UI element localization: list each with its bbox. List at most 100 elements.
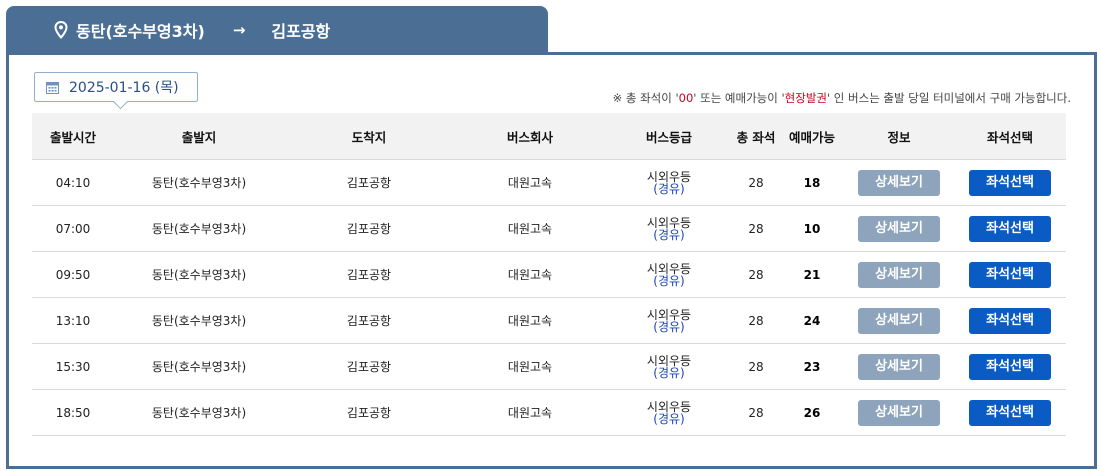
- destination: 김포공항: [346, 176, 392, 190]
- depart-time: 13:10: [55, 313, 91, 328]
- origin: 동탄(호수부영3차): [151, 360, 247, 374]
- total-seats: 28: [748, 359, 764, 374]
- table-row: 04:10 동탄(호수부영3차) 김포공항 대원고속 시외우등 (경유) 28 1…: [32, 160, 1066, 206]
- destination: 김포공항: [346, 360, 392, 374]
- header-available: 예매가능: [788, 129, 835, 145]
- via-label: (경유): [653, 181, 685, 196]
- total-seats: 28: [748, 221, 764, 236]
- schedule-table: 출발시간 출발지 도착지 버스회사 버스등급 총 좌석 예매가능 정보 좌석선택…: [32, 113, 1066, 436]
- bus-grade: 시외우등 (경유): [606, 401, 732, 425]
- origin: 동탄(호수부영3차): [151, 268, 247, 282]
- notice-onsite-highlight: 현장발권: [784, 91, 827, 105]
- seat-cell: 좌석선택: [954, 307, 1066, 334]
- total-seats: 28: [748, 175, 764, 190]
- detail-button[interactable]: 상세보기: [858, 307, 940, 334]
- detail-button[interactable]: 상세보기: [858, 169, 940, 196]
- origin: 동탄(호수부영3차): [151, 314, 247, 328]
- date-selector[interactable]: 2025-01-16 (목): [34, 72, 198, 110]
- total-seats: 28: [748, 267, 764, 282]
- bus-company: 대원고속: [507, 268, 553, 282]
- depart-time: 07:00: [55, 221, 91, 236]
- header-origin: 출발지: [181, 129, 217, 145]
- notice-text-2: ' 또는 예매가능이 ': [693, 91, 785, 105]
- table-row: 07:00 동탄(호수부영3차) 김포공항 대원고속 시외우등 (경유) 28 1…: [32, 206, 1066, 252]
- location-pin-icon: [54, 20, 68, 39]
- bus-grade: 시외우등 (경유): [606, 309, 732, 333]
- detail-button[interactable]: 상세보기: [858, 353, 940, 380]
- header-grade: 버스등급: [645, 129, 692, 145]
- via-label: (경유): [653, 319, 685, 334]
- header-seat-select: 좌석선택: [986, 129, 1033, 145]
- table-row: 18:50 동탄(호수부영3차) 김포공항 대원고속 시외우등 (경유) 28 2…: [32, 390, 1066, 436]
- header-total-seats: 총 좌석: [736, 129, 776, 145]
- depart-time: 09:50: [55, 267, 91, 282]
- total-seats: 28: [748, 405, 764, 420]
- seat-cell: 좌석선택: [954, 353, 1066, 380]
- seat-select-button[interactable]: 좌석선택: [969, 215, 1051, 242]
- depart-time: 15:30: [55, 359, 91, 374]
- seat-cell: 좌석선택: [954, 399, 1066, 426]
- via-label: (경유): [653, 227, 685, 242]
- bus-schedule-page: 동탄(호수부영3차) → 김포공항 2025-01-16 (목) ※ 총 좌석이…: [0, 0, 1100, 471]
- origin: 동탄(호수부영3차): [151, 406, 247, 420]
- purchase-notice: ※ 총 좌석이 '00' 또는 예매가능이 '현장발권' 인 버스는 출발 당일…: [613, 90, 1071, 106]
- available-seats: 26: [803, 405, 821, 420]
- info-cell: 상세보기: [844, 215, 954, 242]
- destination: 김포공항: [346, 268, 392, 282]
- destination: 김포공항: [346, 314, 392, 328]
- info-cell: 상세보기: [844, 399, 954, 426]
- route-origin: 동탄(호수부영3차): [76, 22, 205, 41]
- header-destination: 도착지: [351, 129, 387, 145]
- route-header: 동탄(호수부영3차) → 김포공항: [6, 6, 548, 54]
- notice-zero-highlight: 00: [678, 91, 694, 105]
- header-depart-time: 출발시간: [49, 129, 96, 145]
- bus-company: 대원고속: [507, 222, 553, 236]
- origin: 동탄(호수부영3차): [151, 222, 247, 236]
- total-seats: 28: [748, 313, 764, 328]
- info-cell: 상세보기: [844, 261, 954, 288]
- info-cell: 상세보기: [844, 169, 954, 196]
- seat-select-button[interactable]: 좌석선택: [969, 261, 1051, 288]
- seat-cell: 좌석선택: [954, 261, 1066, 288]
- available-seats: 23: [803, 359, 821, 374]
- seat-cell: 좌석선택: [954, 215, 1066, 242]
- via-label: (경유): [653, 273, 685, 288]
- bus-grade: 시외우등 (경유): [606, 263, 732, 287]
- destination: 김포공항: [346, 222, 392, 236]
- table-row: 13:10 동탄(호수부영3차) 김포공항 대원고속 시외우등 (경유) 28 2…: [32, 298, 1066, 344]
- header-info: 정보: [887, 129, 911, 145]
- available-seats: 18: [803, 175, 821, 190]
- schedule-panel: 2025-01-16 (목) ※ 총 좌석이 '00' 또는 예매가능이 '현장…: [6, 52, 1097, 469]
- detail-button[interactable]: 상세보기: [858, 399, 940, 426]
- via-label: (경유): [653, 411, 685, 426]
- available-seats: 21: [803, 267, 821, 282]
- depart-time: 04:10: [55, 175, 91, 190]
- bus-grade: 시외우등 (경유): [606, 217, 732, 241]
- header-company: 버스회사: [506, 129, 553, 145]
- seat-cell: 좌석선택: [954, 169, 1066, 196]
- seat-select-button[interactable]: 좌석선택: [969, 399, 1051, 426]
- bus-company: 대원고속: [507, 314, 553, 328]
- seat-select-button[interactable]: 좌석선택: [969, 169, 1051, 196]
- route-arrow-icon: →: [232, 21, 246, 39]
- notice-text-1: ※ 총 좌석이 ': [612, 91, 679, 105]
- table-row: 09:50 동탄(호수부영3차) 김포공항 대원고속 시외우등 (경유) 28 2…: [32, 252, 1066, 298]
- seat-select-button[interactable]: 좌석선택: [969, 307, 1051, 334]
- notice-text-3: ' 인 버스는 출발 당일 터미널에서 구매 가능합니다.: [826, 91, 1071, 105]
- available-seats: 10: [803, 221, 821, 236]
- seat-select-button[interactable]: 좌석선택: [969, 353, 1051, 380]
- detail-button[interactable]: 상세보기: [858, 215, 940, 242]
- bus-grade: 시외우등 (경유): [606, 171, 732, 195]
- info-cell: 상세보기: [844, 307, 954, 334]
- detail-button[interactable]: 상세보기: [858, 261, 940, 288]
- route-destination: 김포공항: [271, 22, 331, 41]
- bus-company: 대원고속: [507, 406, 553, 420]
- bus-company: 대원고속: [507, 360, 553, 374]
- table-row: 15:30 동탄(호수부영3차) 김포공항 대원고속 시외우등 (경유) 28 2…: [32, 344, 1066, 390]
- bus-grade: 시외우등 (경유): [606, 355, 732, 379]
- depart-time: 18:50: [55, 405, 91, 420]
- info-cell: 상세보기: [844, 353, 954, 380]
- origin: 동탄(호수부영3차): [151, 176, 247, 190]
- calendar-icon: [46, 81, 59, 94]
- date-value: 2025-01-16 (목): [69, 80, 179, 96]
